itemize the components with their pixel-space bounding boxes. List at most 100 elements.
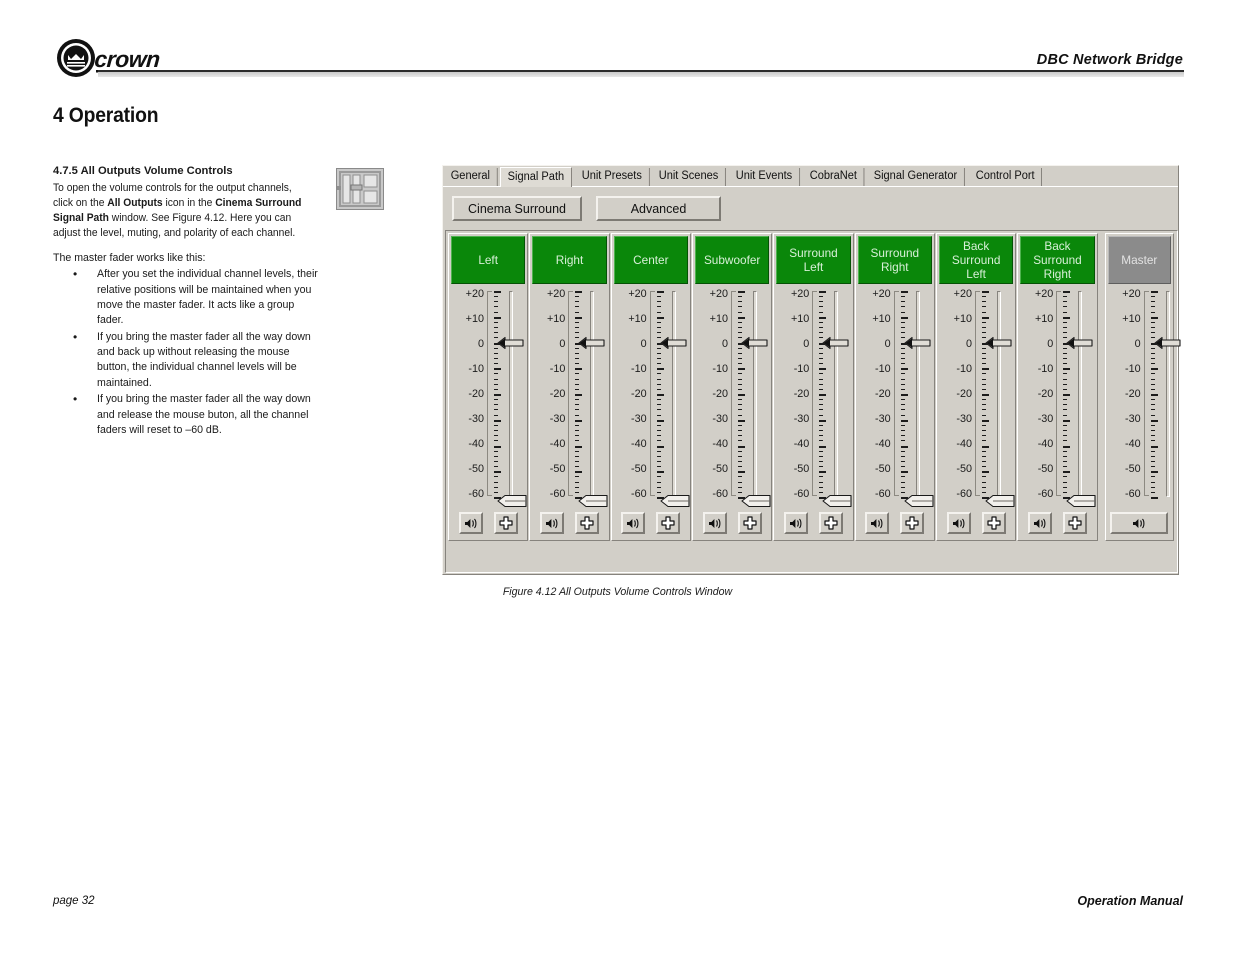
scale-label: -40	[956, 438, 972, 450]
scale-axis	[487, 291, 488, 496]
scale-label: 0	[640, 338, 647, 350]
product-title: DBC Network Bridge	[1036, 52, 1183, 68]
mute-button[interactable]	[1027, 512, 1052, 534]
scale-label: +20	[628, 288, 647, 300]
meter-handle[interactable]	[660, 494, 690, 508]
tick-marks	[575, 291, 583, 499]
channel-header-back-surround-left: Back Surround Left	[938, 236, 1014, 284]
scale-label: -50	[1037, 463, 1054, 475]
mixer-panel: Left +20 +10 0 -10 -20 -30 -40 -50 -60 Right +20 +1…	[445, 230, 1181, 573]
tick-marks	[981, 291, 989, 499]
scale-label: 0	[477, 338, 484, 350]
polarity-button[interactable]	[981, 512, 1006, 534]
fader-area: +20 +10 0 -10 -20 -30 -40 -50 -60	[451, 286, 527, 508]
tab-bar: General Signal Path Unit Presets Unit Scene…	[443, 167, 1178, 187]
list-item: • After you set the individual channel le…	[53, 267, 321, 328]
channel-header-subwoofer: Subwoofer	[694, 236, 770, 284]
lead-in-text: The master fader works like this:	[53, 252, 206, 265]
scale-label: -60	[549, 488, 566, 500]
fader-track[interactable]	[834, 291, 839, 497]
channel-strip-back-surround-left: Back Surround Left +20 +10 0 -10 -20 -30 -40 -50 -6…	[935, 233, 1017, 541]
tab-cobranet[interactable]: CobraNet	[803, 168, 865, 186]
figure-caption: Figure 4.12 All Outputs Volume Controls …	[502, 586, 733, 598]
meter-handle[interactable]	[578, 494, 608, 508]
mute-button[interactable]	[458, 512, 483, 534]
channel-button-row	[1106, 512, 1173, 534]
fader-track[interactable]	[915, 291, 920, 497]
svg-text:crown: crown	[94, 46, 161, 72]
channel-button-row	[693, 512, 771, 534]
fader-track[interactable]	[1165, 291, 1170, 497]
scale-axis	[812, 291, 814, 496]
tick-marks	[494, 291, 501, 499]
tab-signal-path[interactable]: Signal Path	[499, 167, 572, 187]
scale-label: -20	[793, 388, 810, 400]
speaker-mute-icon	[1033, 517, 1047, 530]
tab-unit-scenes[interactable]: Unit Scenes	[652, 168, 727, 186]
channel-strip-back-surround-right: Back Surround Right +20 +10 0 -10 -20 -30 -40 -50 -…	[1017, 233, 1098, 541]
tick-marks	[900, 291, 908, 499]
polarity-button[interactable]	[737, 512, 762, 534]
tab-general[interactable]: General	[444, 168, 498, 186]
speaker-mute-icon-button[interactable]	[1110, 512, 1169, 534]
article-column: 4.7.5 All Outputs Volume Controls To ope…	[53, 164, 321, 439]
channel-label: Back Surround Left	[951, 239, 1001, 281]
mute-button[interactable]	[865, 512, 890, 534]
header-rule-shadow	[98, 72, 1184, 77]
mute-button[interactable]	[702, 512, 727, 534]
channel-strip-center: Center +20 +10 0 -10 -20 -30 -40 -50 -60	[610, 233, 691, 541]
polarity-button[interactable]	[656, 512, 681, 534]
fader-track[interactable]	[1078, 291, 1083, 497]
fader-track[interactable]	[590, 291, 595, 497]
fader-area: +20 +10 0 -10 -20 -30 -40 -50 -60	[776, 286, 852, 508]
polarity-button[interactable]	[818, 512, 843, 534]
polarity-button[interactable]	[493, 512, 518, 534]
advanced-button[interactable]: Advanced	[596, 196, 721, 221]
mute-button[interactable]	[946, 512, 971, 534]
bullet-list: • After you set the individual channel le…	[53, 267, 321, 438]
tab-control-port[interactable]: Control Port	[969, 168, 1043, 186]
polarity-plus-icon	[905, 516, 919, 530]
scale-label: +20	[872, 288, 891, 300]
scale-label: -60	[875, 488, 891, 500]
cinema-surround-button[interactable]: Cinema Surround	[452, 196, 582, 221]
scale-label: -30	[549, 413, 566, 425]
channel-label: Surround Right	[870, 246, 920, 274]
scale-label: -50	[468, 463, 484, 475]
scale-axis	[568, 291, 574, 292]
meter-handle[interactable]	[741, 494, 771, 508]
polarity-button[interactable]	[900, 512, 925, 534]
tab-signal-generator[interactable]: Signal Generator	[867, 168, 966, 186]
polarity-button[interactable]	[574, 512, 599, 534]
scale-label: -20	[549, 388, 566, 400]
scale-label: -30	[1037, 413, 1054, 425]
meter-handle[interactable]	[822, 494, 852, 508]
meter-handle[interactable]	[985, 494, 1015, 508]
scale-label: 0	[1047, 338, 1054, 350]
scale-label: 0	[803, 338, 810, 350]
mute-button[interactable]	[621, 512, 646, 534]
manual-page: crown DBC Network Bridge 4 Operation 4.7…	[0, 0, 1235, 954]
channel-button-row	[612, 512, 690, 534]
tab-unit-events[interactable]: Unit Events	[729, 168, 801, 186]
mute-button[interactable]	[539, 512, 564, 534]
fader-track[interactable]	[752, 291, 757, 497]
channel-header-right: Right	[532, 236, 607, 284]
fader-track[interactable]	[996, 291, 1001, 497]
scale-label: -50	[875, 463, 891, 475]
polarity-plus-icon	[824, 516, 838, 530]
channel-button-row	[530, 512, 608, 534]
meter-handle[interactable]	[1066, 494, 1096, 508]
scale-label: -20	[468, 388, 484, 400]
scale-label: +10	[1122, 313, 1141, 325]
meter-handle[interactable]	[904, 494, 934, 508]
scale-label: +20	[709, 288, 728, 300]
fader-track[interactable]	[509, 291, 513, 497]
polarity-button[interactable]	[1062, 512, 1087, 534]
meter-handle[interactable]	[497, 494, 527, 508]
tab-unit-presets[interactable]: Unit Presets	[574, 168, 650, 186]
db-scale: +20 +10 0 -10 -20 -30 -40 -50 -60	[614, 288, 650, 513]
fader-track[interactable]	[671, 291, 676, 497]
scale-axis	[974, 495, 980, 496]
mute-button[interactable]	[783, 512, 808, 534]
